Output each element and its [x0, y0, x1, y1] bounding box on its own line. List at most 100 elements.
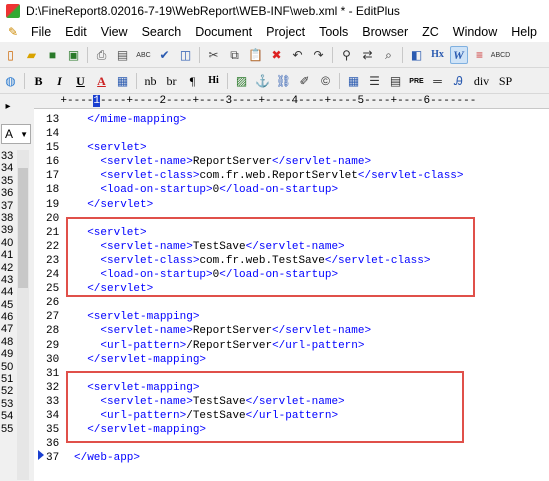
link-icon[interactable]: ⛓: [275, 72, 293, 90]
open-folder-icon[interactable]: ▰: [23, 46, 41, 64]
menu-window[interactable]: Window: [446, 25, 504, 39]
anchor-icon[interactable]: ⚓: [254, 72, 272, 90]
form-icon[interactable]: ☰: [366, 72, 384, 90]
sidebar-number[interactable]: 46: [0, 311, 16, 323]
word-wrap-icon[interactable]: W: [449, 46, 468, 64]
sidebar-number[interactable]: 40: [0, 237, 16, 249]
sidebar-number[interactable]: 53: [0, 398, 16, 410]
image-icon[interactable]: ▨: [233, 72, 251, 90]
code-line[interactable]: <servlet-class>com.fr.web.ReportServlet<…: [74, 169, 549, 183]
sidebar-number[interactable]: 42: [0, 262, 16, 274]
bold-button[interactable]: B: [30, 72, 48, 90]
list-icon[interactable]: ▤: [387, 72, 405, 90]
sidebar-number[interactable]: 35: [0, 175, 16, 187]
hr-icon[interactable]: ═: [429, 72, 447, 90]
code-line[interactable]: [74, 296, 549, 310]
undo-icon[interactable]: ↶: [289, 46, 307, 64]
sidebar-number[interactable]: 37: [0, 200, 16, 212]
cut-icon[interactable]: ✂: [205, 46, 223, 64]
editor-area[interactable]: 13 14 15 16 17 18 19 20 21 22 23 24 25 26 27 28 29 30 31 32…: [34, 109, 549, 481]
hi-button[interactable]: Hi: [205, 72, 223, 90]
sidebar-char-list[interactable]: 33 34 35 36 37 38 39 40 41 42 43 44 45 46 47 48 49 50 51 52…: [0, 150, 16, 435]
ruler-icon[interactable]: ABCD: [491, 46, 510, 64]
code-line[interactable]: </mime-mapping>: [74, 113, 549, 127]
menu-file[interactable]: File: [24, 25, 58, 39]
save-icon[interactable]: ■: [44, 46, 62, 64]
menu-view[interactable]: View: [94, 25, 135, 39]
menu-edit[interactable]: Edit: [58, 25, 94, 39]
heading-icon[interactable]: Hx: [429, 46, 447, 64]
check-icon[interactable]: ✔: [156, 46, 174, 64]
sidebar-scroll-thumb[interactable]: [18, 168, 28, 288]
redo-icon[interactable]: ↷: [310, 46, 328, 64]
sidebar-number[interactable]: 54: [0, 410, 16, 422]
find-icon[interactable]: ⚲: [338, 46, 356, 64]
code-line[interactable]: </servlet-mapping>: [74, 353, 549, 367]
sidebar-char-dropdown[interactable]: A ▼: [1, 124, 31, 144]
sidebar-number[interactable]: 50: [0, 361, 16, 373]
sidebar-number[interactable]: 41: [0, 249, 16, 261]
code-line[interactable]: <servlet-mapping>: [74, 310, 549, 324]
sidebar-number[interactable]: 39: [0, 224, 16, 236]
div-button[interactable]: div: [471, 72, 493, 90]
sidebar-scrollbar[interactable]: [17, 150, 29, 480]
code-line[interactable]: <servlet-name>ReportServer</servlet-name…: [74, 324, 549, 338]
spellcheck-icon[interactable]: ABC: [135, 46, 153, 64]
line-number-icon[interactable]: ≡: [471, 46, 489, 64]
nbsp-button[interactable]: nb: [142, 72, 160, 90]
font-icon[interactable]: Ꭿ: [450, 72, 468, 90]
menu-browser[interactable]: Browser: [355, 25, 415, 39]
code-line[interactable]: [74, 127, 549, 141]
code-line[interactable]: </web-app>: [74, 451, 549, 465]
pre-button[interactable]: PRE: [408, 72, 426, 90]
paste-icon[interactable]: 📋: [247, 46, 265, 64]
code-line[interactable]: <servlet>: [74, 141, 549, 155]
print-preview-icon[interactable]: ▤: [114, 46, 132, 64]
sidebar-tab-arrow-icon[interactable]: ▸: [1, 98, 15, 114]
table-icon[interactable]: ▦: [345, 72, 363, 90]
code-line[interactable]: <url-pattern>/ReportServer</url-pattern>: [74, 339, 549, 353]
comment-icon[interactable]: ✐: [296, 72, 314, 90]
sidebar-number[interactable]: 44: [0, 286, 16, 298]
sidebar-number[interactable]: 45: [0, 299, 16, 311]
sidebar-number[interactable]: 43: [0, 274, 16, 286]
sidebar-number[interactable]: 36: [0, 187, 16, 199]
save-all-icon[interactable]: ▣: [65, 46, 83, 64]
menu-document[interactable]: Document: [188, 25, 259, 39]
code-line[interactable]: <servlet-name>ReportServer</servlet-name…: [74, 155, 549, 169]
replace-icon[interactable]: ⇄: [359, 46, 377, 64]
menu-tools[interactable]: Tools: [312, 25, 355, 39]
sidebar-number[interactable]: 48: [0, 336, 16, 348]
print-icon[interactable]: ⎙: [93, 46, 111, 64]
sidebar-number[interactable]: 51: [0, 373, 16, 385]
menu-help[interactable]: Help: [504, 25, 544, 39]
copyright-icon[interactable]: ©: [317, 72, 335, 90]
menu-project[interactable]: Project: [259, 25, 312, 39]
sidebar-dropdown-value: A: [5, 127, 14, 141]
sidebar-number[interactable]: 38: [0, 212, 16, 224]
menu-search[interactable]: Search: [135, 25, 189, 39]
font-color-button[interactable]: A: [93, 72, 111, 90]
sidebar-number[interactable]: 55: [0, 423, 16, 435]
menu-zc[interactable]: ZC: [415, 25, 446, 39]
sidebar-number[interactable]: 52: [0, 385, 16, 397]
browser-icon[interactable]: ◫: [177, 46, 195, 64]
toggle-panel-icon[interactable]: ◧: [408, 46, 426, 64]
span-button[interactable]: SP: [496, 72, 516, 90]
sidebar-number[interactable]: 49: [0, 348, 16, 360]
br-button[interactable]: br: [163, 72, 181, 90]
paragraph-button[interactable]: ¶: [184, 72, 202, 90]
copy-icon[interactable]: ⧉: [226, 46, 244, 64]
sidebar-number[interactable]: 33: [0, 150, 16, 162]
new-file-icon[interactable]: ▯: [2, 46, 20, 64]
delete-icon[interactable]: ✖: [268, 46, 286, 64]
globe-icon[interactable]: ◍: [2, 72, 20, 90]
sidebar-number[interactable]: 47: [0, 323, 16, 335]
sidebar-number[interactable]: 34: [0, 162, 16, 174]
underline-button[interactable]: U: [72, 72, 90, 90]
find-in-files-icon[interactable]: ⌕: [380, 46, 398, 64]
code-line[interactable]: <load-on-startup>0</load-on-startup>: [74, 183, 549, 197]
italic-button[interactable]: I: [51, 72, 69, 90]
code-line[interactable]: </servlet>: [74, 198, 549, 212]
color-grid-icon[interactable]: ▦: [114, 72, 132, 90]
